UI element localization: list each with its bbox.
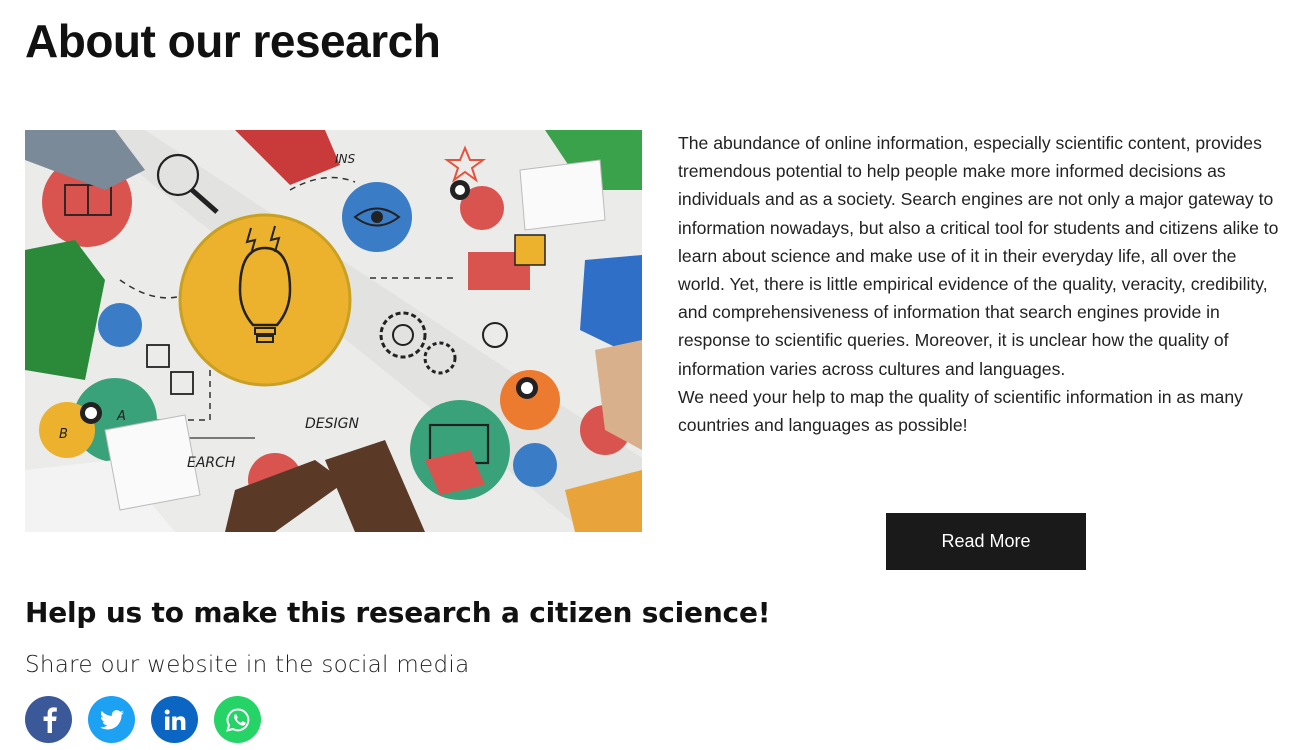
facebook-icon bbox=[43, 706, 57, 733]
citizen-science-heading: Help us to make this research a citizen … bbox=[25, 596, 771, 629]
twitter-share-button[interactable] bbox=[88, 696, 135, 743]
whatsapp-icon bbox=[225, 707, 249, 732]
ins-label: INS bbox=[335, 152, 356, 166]
research-illustration-image: DESIGN EARCH INS A B bbox=[25, 130, 642, 532]
about-paragraph-2: We need your help to map the quality of … bbox=[678, 386, 1243, 436]
whatsapp-share-button[interactable] bbox=[214, 696, 261, 743]
about-description: The abundance of online information, esp… bbox=[678, 129, 1288, 439]
linkedin-icon bbox=[164, 709, 185, 730]
design-label: DESIGN bbox=[305, 416, 359, 432]
about-paragraph-1: The abundance of online information, esp… bbox=[678, 133, 1279, 379]
facebook-share-button[interactable] bbox=[25, 696, 72, 743]
social-share-bar bbox=[25, 696, 261, 743]
b-label: B bbox=[59, 427, 68, 442]
linkedin-share-button[interactable] bbox=[151, 696, 198, 743]
share-text: Share our website in the social media bbox=[25, 652, 470, 678]
read-more-button[interactable]: Read More bbox=[886, 513, 1086, 570]
a-label: A bbox=[116, 409, 126, 424]
page-title: About our research bbox=[25, 15, 441, 67]
twitter-icon bbox=[99, 709, 124, 729]
search-label: EARCH bbox=[187, 455, 236, 471]
